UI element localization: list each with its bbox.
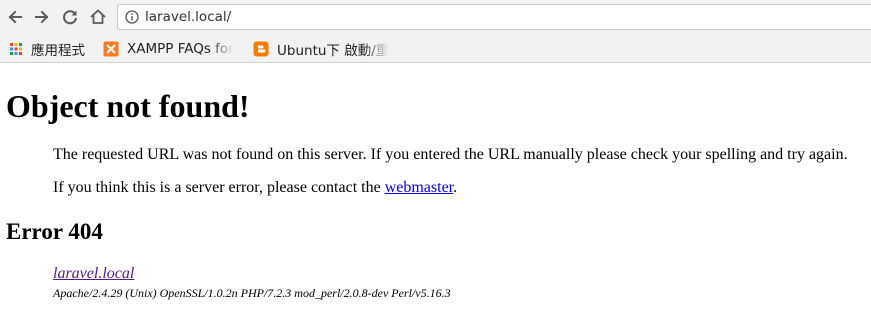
page-title: Object not found! [6, 88, 250, 124]
not-found-message: The requested URL was not found on this … [53, 146, 848, 163]
bookmarks-bar: 應用程式 XAMPP FAQs for Ubuntu下 啟動/重 [0, 35, 871, 63]
blogger-icon [253, 41, 269, 57]
bookmark-xampp-faqs[interactable]: XAMPP FAQs for [103, 39, 241, 59]
bookmark-label: Ubuntu下 啟動/重 [277, 43, 390, 59]
reload-button[interactable] [58, 5, 82, 29]
back-button[interactable] [3, 5, 27, 29]
home-icon [90, 9, 106, 24]
apps-grid-icon [10, 43, 22, 55]
bookmark-apps[interactable]: 應用程式 [8, 39, 94, 59]
server-address: laravel.local Apache/2.4.29 (Unix) OpenS… [53, 264, 451, 301]
browser-toolbar: laravel.local/ [0, 0, 871, 35]
contact-paragraph: If you think this is a server error, ple… [53, 178, 457, 198]
arrow-left-icon [8, 10, 22, 24]
address-bar[interactable]: laravel.local/ [117, 4, 871, 30]
contact-suffix: . [453, 179, 458, 196]
bookmark-label: XAMPP FAQs for [127, 41, 234, 57]
url-text[interactable]: laravel.local/ [145, 9, 231, 25]
webmaster-link[interactable]: webmaster [385, 179, 453, 196]
server-signature: Apache/2.4.29 (Unix) OpenSSL/1.0.2n PHP/… [53, 286, 451, 300]
reload-icon [63, 10, 77, 25]
info-icon[interactable] [125, 10, 139, 24]
bookmark-ubuntu[interactable]: Ubuntu下 啟動/重 [253, 39, 393, 59]
bookmark-label: 應用程式 [31, 43, 85, 59]
arrow-right-icon [35, 10, 49, 24]
xampp-icon [103, 41, 119, 57]
error-code-heading: Error 404 [6, 219, 103, 244]
contact-text: If you think this is a server error, ple… [53, 179, 385, 196]
host-link[interactable]: laravel.local [53, 264, 134, 284]
forward-button[interactable] [30, 5, 54, 29]
home-button[interactable] [86, 5, 110, 29]
